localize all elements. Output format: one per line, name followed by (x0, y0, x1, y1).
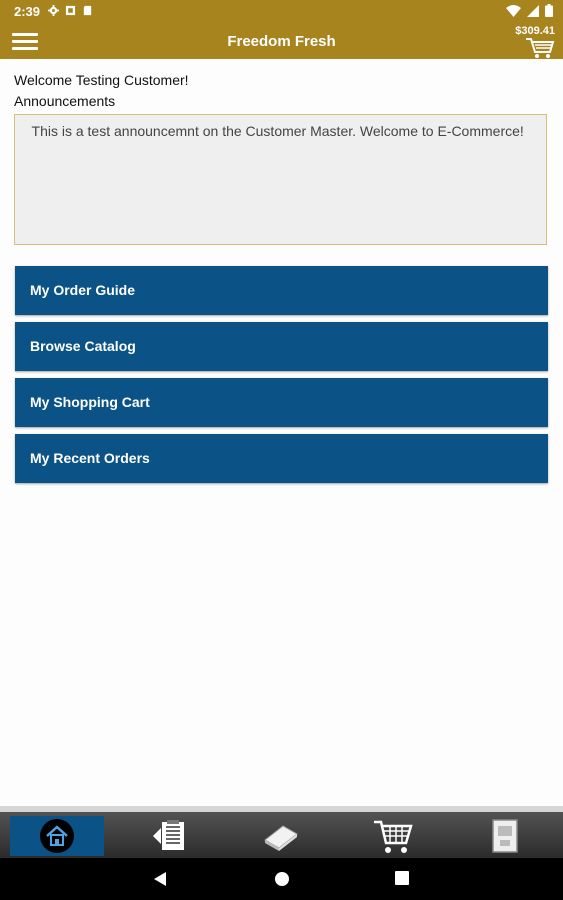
status-bar: 2:39 (0, 0, 563, 24)
button-label: My Shopping Cart (30, 394, 150, 410)
my-order-guide-button[interactable]: My Order Guide (15, 266, 548, 315)
my-recent-orders-button[interactable]: My Recent Orders (15, 434, 548, 483)
cart-total: $309.41 (515, 25, 555, 37)
sd-card-icon (83, 5, 92, 16)
tab-cart[interactable] (346, 816, 440, 856)
tab-account[interactable] (458, 816, 552, 856)
button-label: My Order Guide (30, 282, 136, 298)
system-nav-bar (0, 858, 563, 900)
my-shopping-cart-button[interactable]: My Shopping Cart (15, 378, 548, 427)
tab-catalog[interactable] (234, 816, 328, 856)
account-icon (492, 819, 518, 853)
bottom-tab-bar (0, 806, 563, 858)
announcement-box: This is a test announcemnt on the Custom… (14, 114, 547, 245)
home-icon (40, 819, 74, 853)
button-label: My Recent Orders (30, 450, 150, 466)
tab-order-guide[interactable] (122, 816, 216, 856)
announcements-heading: Announcements (14, 93, 116, 109)
home-circle-icon[interactable] (274, 871, 290, 887)
status-time: 2:39 (14, 4, 41, 19)
signal-icon (527, 4, 539, 17)
welcome-text: Welcome Testing Customer! (14, 72, 189, 88)
recents-icon[interactable] (395, 871, 409, 885)
notification-icon (65, 5, 76, 16)
cart-icon[interactable] (525, 37, 555, 59)
app-title: Freedom Fresh (227, 33, 336, 50)
button-label: Browse Catalog (30, 338, 136, 354)
settings-icon (48, 5, 59, 16)
browse-catalog-button[interactable]: Browse Catalog (15, 322, 548, 371)
back-icon[interactable] (153, 871, 167, 887)
wifi-icon (506, 4, 521, 17)
battery-icon (545, 4, 553, 17)
tab-home[interactable] (10, 816, 104, 856)
shopping-cart-icon (374, 820, 413, 853)
app-bar: Freedom Fresh $309.41 (0, 24, 563, 59)
catalog-book-icon (264, 825, 298, 851)
order-guide-icon (153, 820, 184, 850)
announcement-text: This is a test announcemnt on the Custom… (24, 123, 524, 139)
